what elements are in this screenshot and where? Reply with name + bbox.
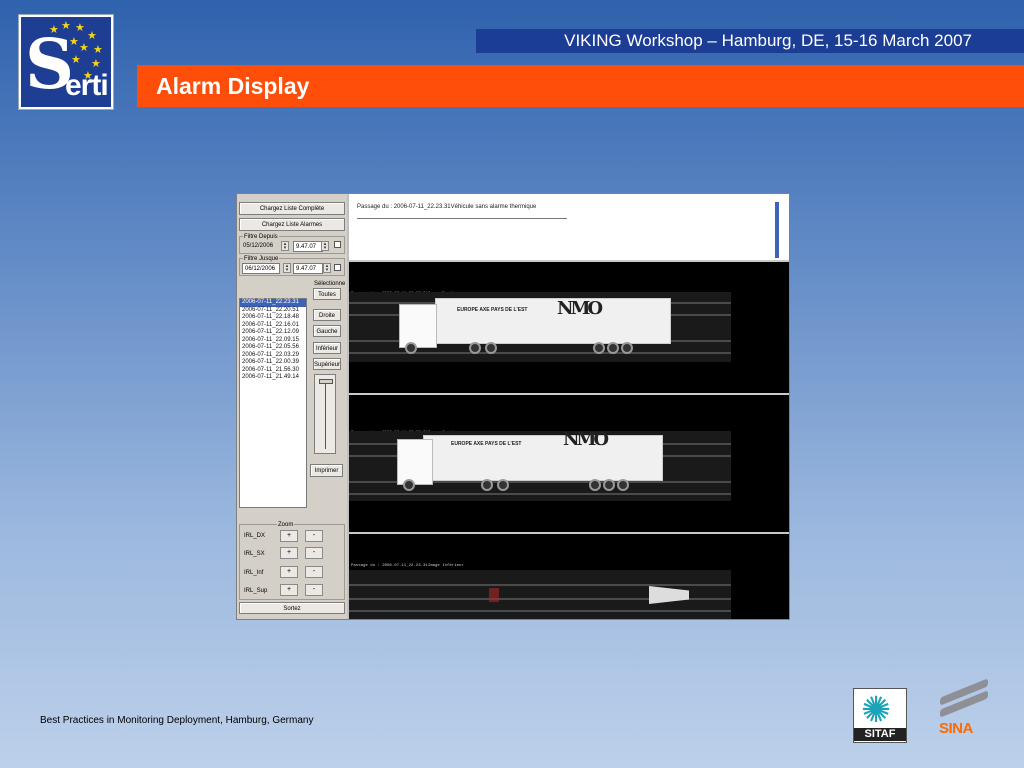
sina-logo: SINA: [936, 678, 992, 737]
zoom-out-button[interactable]: -: [305, 547, 323, 559]
slider-thumb[interactable]: [319, 379, 333, 384]
zoom-out-button[interactable]: -: [305, 584, 323, 596]
filter-from-date[interactable]: 05/12/2006: [241, 241, 279, 252]
trailer-logo: NMO: [557, 298, 603, 319]
list-item[interactable]: 2006-07-11_22.09.15: [240, 337, 306, 345]
passage-list[interactable]: 2006-07-11_22.23.31 2006-07-11_22.20.51 …: [239, 298, 307, 508]
load-full-list-button[interactable]: Chargez Liste Complète: [239, 202, 345, 215]
truck-cab: [397, 439, 433, 485]
hotspot: [489, 588, 499, 602]
sina-name: SINA: [939, 720, 973, 737]
list-item[interactable]: 2006-07-11_22.16.01: [240, 322, 306, 330]
event-banner: VIKING Workshop – Hamburg, DE, 15-16 Mar…: [476, 29, 1024, 53]
right-image-button[interactable]: Droite: [313, 309, 341, 321]
filter-to-date[interactable]: 06/12/2006: [242, 263, 280, 274]
thermal-image: EUROPE AXE PAYS DE L'EST NMO: [349, 431, 731, 501]
title-banner: Alarm Display: [137, 65, 1024, 107]
zoom-row-label: IRL_Sup: [244, 588, 268, 594]
trailer-text: EUROPE AXE PAYS DE L'EST: [457, 307, 528, 313]
thermal-image: EUROPE AXE PAYS DE L'EST NMO: [349, 292, 731, 362]
filter-to-date-spinner[interactable]: ▴ ▾: [283, 263, 291, 273]
image-panel: Passage du : 2006-07-11_22.23.31Véhicule…: [347, 194, 789, 619]
truck-cab: [399, 304, 437, 348]
slider-track: [325, 381, 326, 449]
sitaf-logo: ✺ SITAF: [853, 688, 907, 743]
image-frame-left[interactable]: Passage du : 2006-07-11_22.23.31Image Ga…: [349, 393, 789, 526]
filter-from-label: Filtre Depuis: [243, 233, 279, 241]
control-panel: Chargez Liste Complète Chargez Liste Ala…: [237, 194, 347, 619]
alarm-display-window: Chargez Liste Complète Chargez Liste Ala…: [236, 193, 790, 620]
filter-from-time[interactable]: 9.47.07: [293, 241, 323, 252]
trailer-logo: NMO: [563, 431, 609, 450]
message-box[interactable]: Passage du : 2006-07-11_22.23.31Véhicule…: [349, 194, 789, 261]
zoom-in-button[interactable]: +: [280, 547, 298, 559]
filter-to-checkbox[interactable]: [334, 264, 341, 271]
list-item[interactable]: 2006-07-11_21.49.14: [240, 374, 306, 382]
page-title: Alarm Display: [156, 73, 310, 99]
zoom-out-button[interactable]: -: [305, 566, 323, 578]
list-item[interactable]: 2006-07-11_22.20.51: [240, 307, 306, 315]
image-caption: Passage du : 2006-07-11_22.23.31Image In…: [351, 564, 464, 568]
selection-label: Sélectionne: [314, 281, 346, 287]
image-frame-lower[interactable]: Passage du : 2006-07-11_22.23.31Image In…: [349, 532, 789, 619]
left-image-button[interactable]: Gauche: [313, 325, 341, 337]
scrollbar[interactable]: [775, 202, 779, 258]
list-item[interactable]: 2006-07-11_22.05.56: [240, 344, 306, 352]
footer-text: Best Practices in Monitoring Deployment,…: [40, 715, 314, 726]
filter-to-label: Filtre Jusque: [243, 255, 280, 263]
upper-image-button[interactable]: Supérieur: [313, 358, 341, 370]
list-item[interactable]: 2006-07-11_22.18.48: [240, 314, 306, 322]
sitaf-name: SITAF: [854, 728, 906, 741]
zoom-in-button[interactable]: +: [280, 566, 298, 578]
list-item[interactable]: 2006-07-11_22.00.39: [240, 359, 306, 367]
list-item[interactable]: 2006-07-11_22.03.29: [240, 352, 306, 360]
exit-button[interactable]: Sortez: [239, 602, 345, 614]
list-item[interactable]: 2006-07-11_21.56.30: [240, 367, 306, 375]
zoom-in-button[interactable]: +: [280, 584, 298, 596]
filter-from-checkbox[interactable]: [334, 241, 341, 248]
divider: [357, 218, 567, 219]
zoom-label: Zoom: [277, 521, 295, 529]
trailer: [435, 298, 671, 344]
list-item[interactable]: 2006-07-11_22.12.09: [240, 329, 306, 337]
zoom-out-button[interactable]: -: [305, 530, 323, 542]
filter-to-time-spinner[interactable]: ▴ ▾: [323, 263, 331, 273]
filter-to-time[interactable]: 9.47.07: [293, 263, 323, 274]
filter-from-time-spinner[interactable]: ▴ ▾: [321, 241, 329, 251]
list-item[interactable]: 2006-07-11_22.23.31: [240, 299, 306, 307]
all-images-button[interactable]: Toutes: [313, 288, 341, 300]
sitaf-star-icon: ✺: [861, 689, 892, 730]
serti-logo: ★ ★ ★ ★ ★ ★ ★ ★ ★ ★ S erti: [18, 14, 114, 110]
lower-image-button[interactable]: Inférieur: [313, 342, 341, 354]
image-frame-right[interactable]: Passage du : 2006-07-11_22.23.31Image Dr…: [349, 260, 789, 393]
trailer-text: EUROPE AXE PAYS DE L'EST: [451, 441, 522, 447]
zoom-row-label: IRL_Inf: [244, 570, 264, 576]
zoom-in-button[interactable]: +: [280, 530, 298, 542]
zoom-row-label: IRL_SX: [244, 551, 265, 557]
thermal-image: [349, 570, 731, 619]
message-text: Passage du : 2006-07-11_22.23.31Véhicule…: [357, 204, 537, 210]
vertical-slider[interactable]: [314, 374, 336, 454]
print-button[interactable]: Imprimer: [310, 464, 343, 477]
filter-from-date-spinner[interactable]: ▴ ▾: [281, 241, 289, 251]
zoom-row-label: IRL_DX: [244, 533, 266, 539]
event-title: VIKING Workshop – Hamburg, DE, 15-16 Mar…: [564, 31, 972, 50]
load-alarm-list-button[interactable]: Chargez Liste Alarmes: [239, 218, 345, 231]
